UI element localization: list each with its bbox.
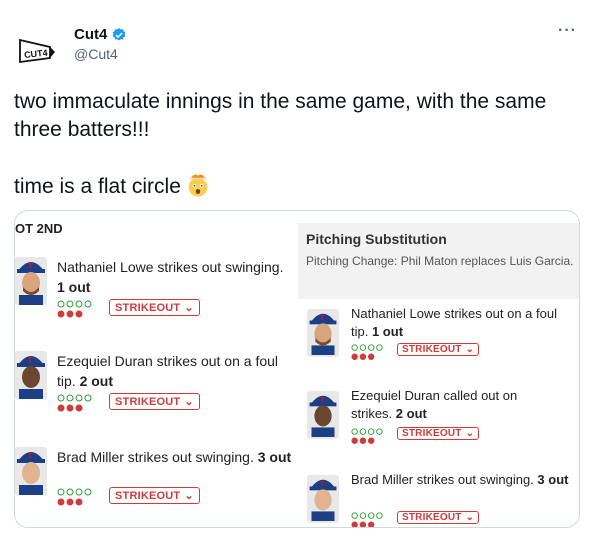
play-row: T Nathaniel Lowe strikes out on a foul t… [307, 305, 579, 369]
play-row: T Ezequiel Duran strikes out on a foul t… [15, 351, 295, 421]
avatar[interactable]: CUT4 [14, 28, 60, 74]
player-photo-icon: T [307, 309, 339, 355]
play-text: Brad Miller strikes out swinging. [57, 449, 254, 465]
strikeout-badge[interactable]: STRIKEOUT ⌄ [397, 427, 480, 440]
play-row: T Nathaniel Lowe strikes out swinging. 1… [15, 257, 295, 327]
play-description: Brad Miller strikes out swinging. 3 out [57, 447, 297, 467]
svg-text:T: T [320, 481, 325, 488]
substitution-text: Pitching Change: Phil Maton replaces Lui… [306, 254, 574, 268]
play-row: T Ezequiel Duran called out on strikes. … [307, 387, 579, 451]
play-text: Nathaniel Lowe strikes out swinging. [57, 259, 284, 275]
out-count: 3 out [537, 472, 569, 487]
svg-text:T: T [28, 262, 33, 270]
player-headshot: T [15, 447, 47, 495]
player-photo-icon: T [307, 475, 339, 521]
pitch-count-dots-icon [351, 344, 383, 360]
player-headshot: T [15, 257, 47, 305]
pitching-substitution: Pitching Substitution Pitching Change: P… [298, 223, 579, 299]
strikeout-badge[interactable]: STRIKEOUT ⌄ [109, 487, 200, 504]
pitch-count-dots-icon [57, 488, 92, 506]
badge-label: STRIKEOUT [115, 301, 181, 314]
badge-label: STRIKEOUT [402, 512, 462, 523]
out-count: 1 out [57, 279, 91, 295]
player-headshot: T [307, 391, 339, 439]
inning-title: OT 2ND [15, 221, 63, 236]
chevron-down-icon: ⌄ [465, 344, 475, 355]
pitch-count-dots-icon [351, 428, 383, 444]
chevron-down-icon: ⌄ [465, 428, 475, 439]
svg-text:T: T [28, 356, 33, 364]
play-row: T Brad Miller strikes out swinging. 3 ou… [307, 471, 579, 527]
media-card[interactable]: OT 2ND T Nathaniel Lowe strikes out swin… [14, 210, 580, 528]
chevron-down-icon: ⌄ [465, 512, 475, 523]
chevron-down-icon: ⌄ [184, 396, 194, 408]
more-options-icon[interactable]: ··· [558, 22, 577, 40]
svg-text:T: T [320, 315, 325, 322]
play-row: T Brad Miller strikes out swinging. 3 ou… [15, 447, 295, 517]
play-text: Brad Miller strikes out swinging. [351, 472, 534, 487]
play-text: Ezequiel Duran called out on strikes. [351, 388, 518, 421]
out-count: 3 out [257, 449, 292, 465]
handle[interactable]: @Cut4 [74, 46, 118, 62]
tweet-text: two immaculate innings in the same game,… [14, 88, 574, 201]
out-count: 2 out [79, 373, 114, 389]
player-photo-icon: T [307, 391, 339, 437]
strikeout-badge[interactable]: STRIKEOUT ⌄ [109, 299, 200, 316]
strikeout-badge[interactable]: STRIKEOUT ⌄ [397, 343, 480, 356]
play-description: Ezequiel Duran called out on strikes. 2 … [351, 387, 561, 423]
chevron-down-icon: ⌄ [184, 490, 194, 502]
player-headshot: T [15, 351, 47, 399]
badge-label: STRIKEOUT [115, 489, 181, 502]
badge-label: STRIKEOUT [402, 344, 462, 355]
svg-text:T: T [320, 397, 325, 404]
svg-text:T: T [28, 452, 33, 460]
badge-label: STRIKEOUT [115, 395, 181, 408]
pitch-count-dots-icon [57, 394, 92, 412]
exploding-head-emoji-icon [188, 174, 208, 197]
player-headshot: T [307, 475, 339, 523]
player-headshot: T [307, 309, 339, 357]
strikeout-badge[interactable]: STRIKEOUT ⌄ [397, 511, 480, 524]
tweet-header: CUT4 Cut4 @Cut4 ··· [14, 22, 581, 74]
display-name[interactable]: Cut4 [74, 26, 107, 43]
cut4-logo-icon: CUT4 [19, 38, 55, 64]
out-count: 1 out [371, 324, 404, 339]
player-photo-icon: T [15, 257, 47, 305]
pitch-count-dots-icon [351, 512, 383, 527]
pitch-count-dots-icon [57, 300, 92, 318]
substitution-title: Pitching Substitution [306, 231, 447, 247]
tweet-body: two immaculate innings in the same game,… [14, 90, 547, 198]
verified-badge-icon [113, 27, 126, 41]
player-photo-icon: T [15, 447, 47, 495]
play-description: Nathaniel Lowe strikes out on a foul tip… [351, 305, 573, 341]
play-description: Nathaniel Lowe strikes out swinging. 1 o… [57, 257, 287, 297]
play-description: Ezequiel Duran strikes out on a foul tip… [57, 351, 297, 391]
play-description: Brad Miller strikes out swinging. 3 out [351, 471, 573, 489]
badge-label: STRIKEOUT [402, 428, 462, 439]
out-count: 2 out [395, 406, 427, 421]
chevron-down-icon: ⌄ [184, 302, 194, 314]
player-photo-icon: T [15, 351, 47, 399]
strikeout-badge[interactable]: STRIKEOUT ⌄ [109, 393, 200, 410]
